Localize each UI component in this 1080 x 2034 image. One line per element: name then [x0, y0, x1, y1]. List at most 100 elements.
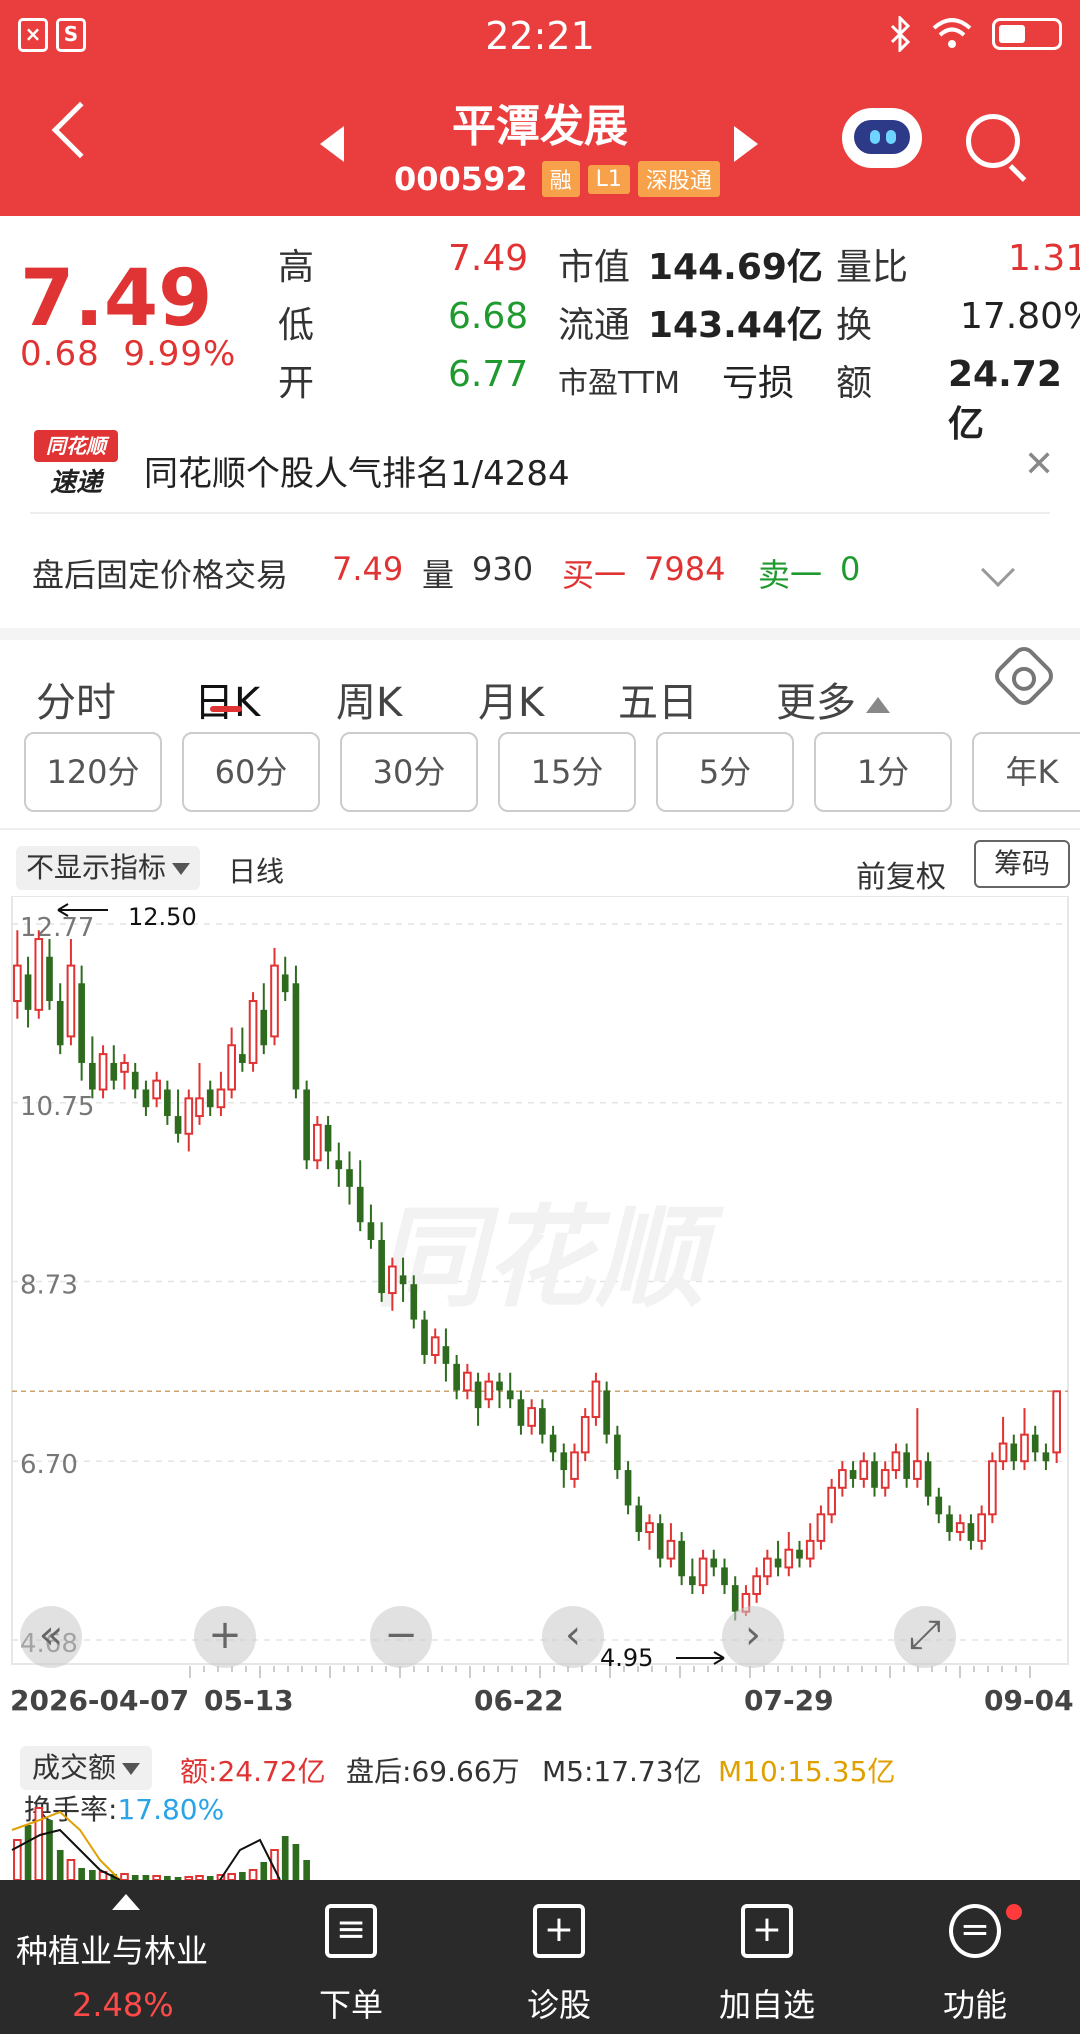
volume-bar	[248, 1869, 258, 1880]
candle-body	[656, 1523, 664, 1559]
chips-button[interactable]: 筹码	[974, 840, 1070, 888]
candle-body	[603, 1390, 610, 1435]
candle-body	[324, 1124, 332, 1152]
add-watchlist-button[interactable]: + 加自选	[692, 1880, 842, 2034]
rewind-icon[interactable]: «	[20, 1606, 82, 1668]
kline-chart-svg: 12.7710.758.736.704.68同花顺12.504.95	[11, 895, 1069, 1678]
robot-assistant-icon[interactable]	[842, 108, 922, 168]
candle-body	[560, 1452, 568, 1471]
add-watchlist-label: 加自选	[718, 1986, 815, 2024]
tab-daily-k[interactable]: 日K	[194, 670, 260, 728]
candle-body	[891, 1451, 901, 1472]
pe-value: 亏损	[722, 363, 795, 404]
after-hours-row[interactable]: 盘后固定价格交易 7.49 量 930 买一 7984 卖一 0	[0, 528, 1080, 608]
notification-dot	[1006, 1904, 1022, 1920]
status-bar: × S 22:21	[0, 0, 1080, 72]
period-15m[interactable]: 15分	[498, 732, 636, 812]
kline-chart[interactable]: 12.7710.758.736.704.68同花顺12.504.95 « + −…	[0, 895, 1080, 1696]
wifi-icon	[932, 18, 972, 48]
period-yearly[interactable]: 年K	[972, 732, 1080, 812]
sector-button[interactable]: 种植业与林业 2.48%	[0, 1880, 250, 2034]
candle-body	[827, 1486, 836, 1516]
float-value: 143.44亿	[648, 305, 823, 346]
candle-body	[463, 1371, 472, 1392]
candle-body	[977, 1513, 986, 1542]
vol-m10-label: M10:	[718, 1755, 788, 1788]
tab-weekly-k[interactable]: 周K	[336, 670, 402, 728]
caret-up-icon	[866, 697, 890, 713]
zoom-in-icon[interactable]: +	[194, 1606, 256, 1668]
divider	[0, 828, 1080, 830]
candle-body	[527, 1407, 536, 1427]
search-icon[interactable]	[966, 114, 1020, 168]
close-icon[interactable]: ✕	[1024, 444, 1054, 485]
function-button[interactable]: = 功能	[900, 1880, 1050, 2034]
order-button[interactable]: ≡ 下单	[276, 1880, 426, 2034]
scroll-left-icon[interactable]: ‹	[542, 1606, 604, 1668]
indicator-label: 不显示指标	[26, 851, 167, 884]
adjust-label[interactable]: 前复权	[856, 852, 946, 896]
candle-body	[399, 1275, 407, 1285]
indicator-dropdown[interactable]: 不显示指标	[16, 846, 201, 890]
news-banner[interactable]: 同花顺 速递 同花顺个股人气排名1/4284 ✕	[0, 416, 1080, 516]
next-stock-icon[interactable]	[734, 126, 758, 162]
candle-body	[913, 1460, 922, 1480]
period-5m[interactable]: 5分	[656, 732, 794, 812]
candle-body	[506, 1390, 514, 1400]
period-1m[interactable]: 1分	[814, 732, 952, 812]
tab-five-day[interactable]: 五日	[618, 670, 698, 728]
tab-more[interactable]: 更多	[776, 670, 890, 728]
active-tab-indicator	[210, 706, 242, 712]
low-value: 6.68	[448, 296, 529, 337]
candle-body	[710, 1558, 718, 1568]
zoom-out-icon[interactable]: −	[370, 1606, 432, 1668]
candle-body	[645, 1522, 654, 1534]
candle-body	[89, 1062, 96, 1090]
volume-bar	[260, 1862, 268, 1880]
min-annotation: 4.95	[600, 1644, 653, 1672]
fullscreen-icon[interactable]: ⤢	[894, 1606, 956, 1668]
candle-body	[774, 1558, 782, 1568]
tab-intraday[interactable]: 分时	[36, 670, 116, 728]
candle-body	[248, 999, 258, 1064]
period-selector: 120分 60分 30分 15分 5分 1分 年K	[0, 732, 1080, 812]
float-label: 流通	[558, 305, 631, 346]
mcap-label: 市值	[558, 247, 631, 288]
candle-body	[430, 1336, 440, 1357]
volume-dropdown[interactable]: 成交额	[20, 1746, 153, 1790]
open-value: 6.77	[448, 354, 529, 395]
candle-body	[56, 1000, 64, 1046]
buy-one-value: 7984	[644, 550, 726, 588]
scroll-right-icon[interactable]: ›	[722, 1606, 784, 1668]
volume-chart	[11, 1807, 310, 1880]
news-text[interactable]: 同花顺个股人气排名1/4284	[144, 446, 570, 495]
period-30m[interactable]: 30分	[340, 732, 478, 812]
candle-body	[1010, 1443, 1018, 1462]
mcap-value: 144.69亿	[648, 247, 823, 288]
vol-after-label: 盘后:	[346, 1755, 412, 1788]
stock-code: 000592	[394, 160, 528, 198]
candle-body	[731, 1585, 739, 1612]
candle-body	[78, 983, 85, 1063]
candle-body	[120, 1061, 129, 1073]
candle-body	[13, 964, 22, 1002]
caret-up-icon	[112, 1894, 140, 1910]
volume-bar	[78, 1868, 85, 1880]
candle-body	[859, 1460, 869, 1480]
candle-body	[871, 1461, 878, 1488]
period-60m[interactable]: 60分	[182, 732, 320, 812]
candle-body	[410, 1284, 418, 1320]
candle-body	[580, 1415, 590, 1454]
candle-body	[549, 1434, 557, 1453]
volume-label: 成交额	[32, 1751, 117, 1784]
tab-monthly-k[interactable]: 月K	[478, 670, 544, 728]
after-hours-label: 盘后固定价格交易	[32, 556, 289, 594]
candle-body	[1052, 1390, 1061, 1454]
price-change: 0.68 9.99%	[20, 334, 236, 374]
diagnose-button[interactable]: + 诊股	[484, 1880, 634, 2034]
period-120m[interactable]: 120分	[24, 732, 162, 812]
chevron-down-icon[interactable]	[981, 553, 1015, 587]
turnover-label: 换	[836, 305, 873, 346]
candle-body	[260, 1009, 268, 1046]
order-label: 下单	[318, 1986, 383, 2024]
